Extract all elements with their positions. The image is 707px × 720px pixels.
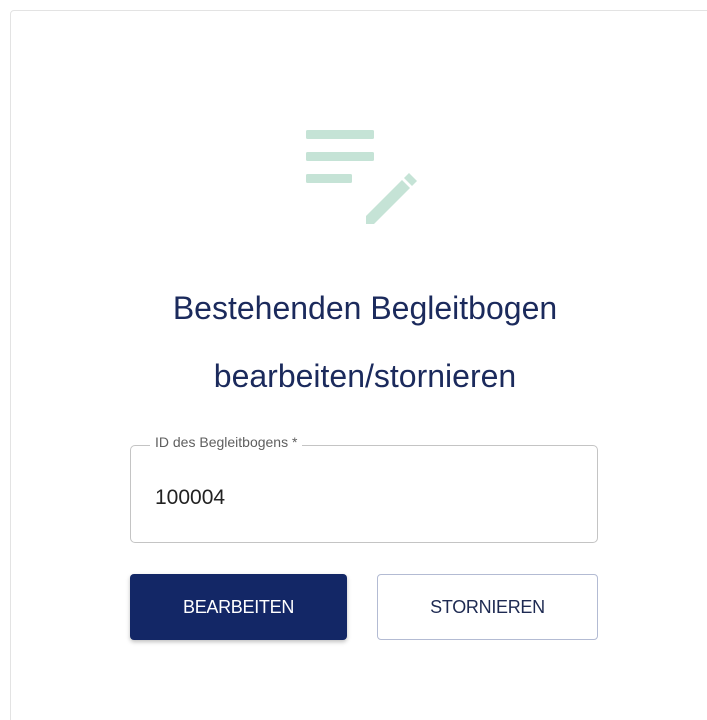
edit-button[interactable]: BEARBEITEN — [130, 574, 347, 640]
page: Bestehenden Begleitbogen bearbeiten/stor… — [0, 0, 707, 720]
id-field-input[interactable] — [155, 480, 575, 516]
cancel-button[interactable]: STORNIEREN — [377, 574, 598, 640]
id-field-label: ID des Begleitbogens * — [150, 433, 303, 451]
page-title-line2: bearbeiten/stornieren — [213, 358, 517, 394]
edit-note-icon — [306, 130, 417, 224]
page-title-line1: Bestehenden Begleitbogen — [172, 290, 558, 326]
